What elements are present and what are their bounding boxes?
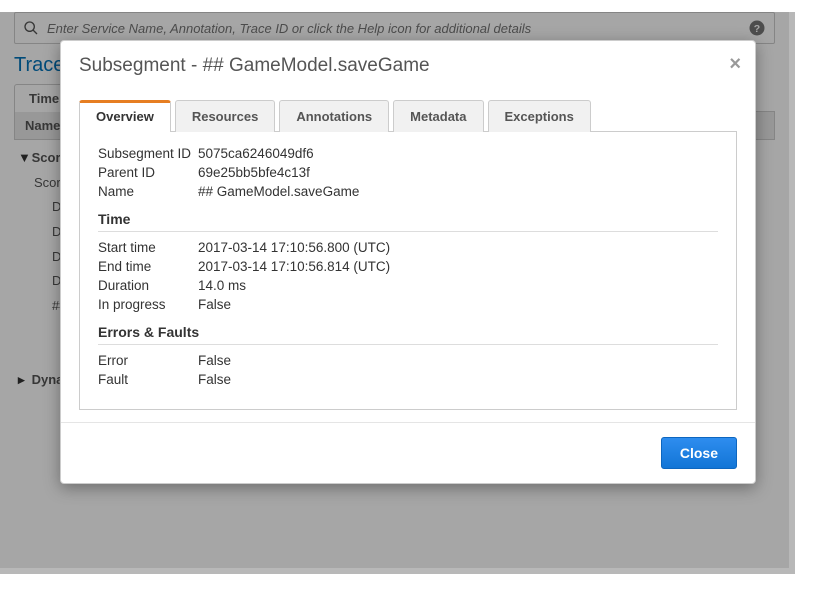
modal-header: Subsegment - ## GameModel.saveGame × (61, 41, 755, 99)
value-fault: False (198, 372, 718, 387)
close-icon[interactable]: × (729, 53, 741, 76)
subsegment-modal: Subsegment - ## GameModel.saveGame × Ove… (60, 40, 756, 484)
modal-tabs: Overview Resources Annotations Metadata … (79, 99, 737, 132)
tab-resources[interactable]: Resources (175, 100, 275, 132)
value-error: False (198, 353, 718, 368)
label-duration: Duration (98, 278, 198, 293)
section-time: Time (98, 211, 718, 227)
value-subsegment-id: 5075ca6246049df6 (198, 146, 718, 161)
label-start-time: Start time (98, 240, 198, 255)
close-button[interactable]: Close (661, 437, 737, 469)
label-in-progress: In progress (98, 297, 198, 312)
overview-panel: Subsegment ID5075ca6246049df6 Parent ID6… (79, 132, 737, 410)
label-end-time: End time (98, 259, 198, 274)
tab-overview[interactable]: Overview (79, 100, 171, 132)
label-fault: Fault (98, 372, 198, 387)
value-duration: 14.0 ms (198, 278, 718, 293)
value-name: ## GameModel.saveGame (198, 184, 718, 199)
value-parent-id: 69e25bb5bfe4c13f (198, 165, 718, 180)
modal-title: Subsegment - ## GameModel.saveGame (79, 55, 430, 76)
label-parent-id: Parent ID (98, 165, 198, 180)
divider (98, 231, 718, 232)
tab-annotations[interactable]: Annotations (279, 100, 389, 132)
value-start-time: 2017-03-14 17:10:56.800 (UTC) (198, 240, 718, 255)
label-name: Name (98, 184, 198, 199)
tab-exceptions[interactable]: Exceptions (488, 100, 591, 132)
modal-footer: Close (61, 422, 755, 483)
value-in-progress: False (198, 297, 718, 312)
divider (98, 344, 718, 345)
label-subsegment-id: Subsegment ID (98, 146, 198, 161)
value-end-time: 2017-03-14 17:10:56.814 (UTC) (198, 259, 718, 274)
label-error: Error (98, 353, 198, 368)
tab-metadata[interactable]: Metadata (393, 100, 483, 132)
section-errors: Errors & Faults (98, 324, 718, 340)
